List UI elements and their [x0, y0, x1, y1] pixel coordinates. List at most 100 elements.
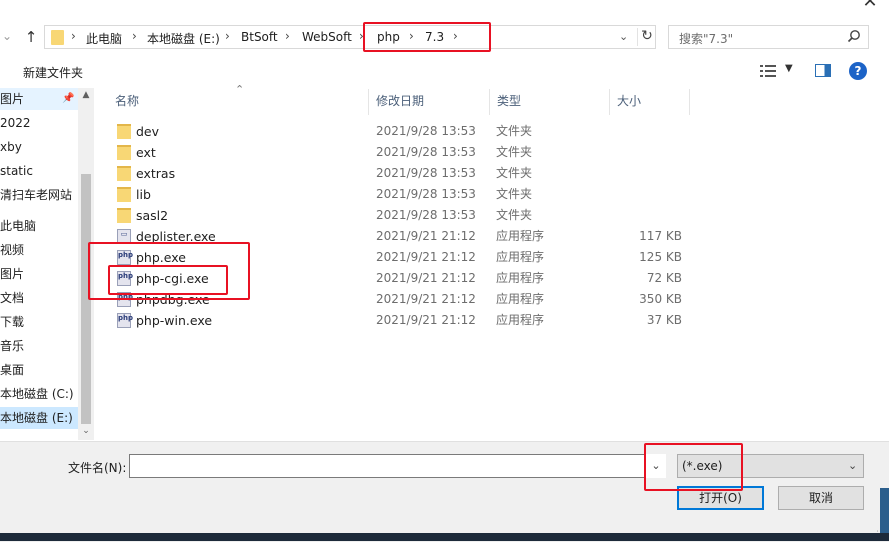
filename-label: 文件名(N):: [68, 461, 127, 475]
file-date: 2021/9/28 13:53: [376, 166, 476, 180]
nav-item-label: 音乐: [0, 339, 25, 353]
file-name: sasl2: [136, 208, 169, 223]
file-date: 2021/9/28 13:53: [376, 208, 476, 222]
file-date: 2021/9/21 21:12: [376, 292, 476, 306]
nav-item-2022[interactable]: 2022: [0, 112, 78, 134]
nav-item-label: 桌面: [0, 363, 25, 377]
up-arrow-icon[interactable]: ↑: [22, 28, 40, 46]
search-icon[interactable]: [847, 29, 861, 43]
refresh-icon[interactable]: ↻: [637, 28, 656, 46]
nav-item-videos[interactable]: 视频: [0, 239, 78, 261]
file-type: 文件夹: [496, 187, 533, 201]
file-row[interactable]: sasl2 2021/9/28 13:53 文件夹: [108, 205, 708, 226]
search-placeholder: 搜索"7.3": [679, 32, 734, 46]
filename-input[interactable]: [129, 454, 666, 478]
file-row[interactable]: php php-win.exe 2021/9/21 21:12 应用程序 37 …: [108, 310, 708, 331]
folder-icon: [117, 145, 131, 160]
nav-item-label: 此电脑: [0, 219, 37, 233]
nav-item-documents[interactable]: 文档: [0, 287, 78, 309]
scroll-up-icon[interactable]: ▲: [78, 90, 94, 102]
folder-icon: [117, 208, 131, 223]
nav-item-label: xby: [0, 140, 22, 154]
file-name: ext: [136, 145, 156, 160]
nav-item-label: 本地磁盘 (C:): [0, 387, 74, 401]
column-header: ⌃ 名称 修改日期 类型 大小: [108, 83, 889, 115]
nav-item-label: 2022: [0, 116, 31, 130]
file-date: 2021/9/28 13:53: [376, 124, 476, 138]
taskbar: [0, 533, 889, 541]
file-date: 2021/9/21 21:12: [376, 313, 476, 327]
file-date: 2021/9/21 21:12: [376, 250, 476, 264]
nav-item-desktop[interactable]: 桌面: [0, 359, 78, 381]
nav-item-pictures-pinned[interactable]: 图片 📌: [0, 88, 78, 110]
help-icon[interactable]: ?: [849, 62, 867, 80]
nav-item-this-pc[interactable]: 此电脑: [0, 215, 78, 237]
cancel-button[interactable]: 取消: [778, 486, 864, 510]
column-name[interactable]: 名称: [108, 89, 369, 115]
dialog-footer: 文件名(N): ⌄ (*.exe) ⌄ 打开(O) 取消 ⋰: [0, 441, 889, 542]
nav-item-label: 文档: [0, 291, 25, 305]
file-type: 文件夹: [496, 145, 533, 159]
nav-item-old-site[interactable]: 清扫车老网站: [0, 184, 78, 206]
close-button[interactable]: ✕: [860, 0, 880, 12]
crumb-btsoft[interactable]: BtSoft: [241, 30, 278, 44]
nav-item-label: 图片: [0, 92, 25, 106]
file-type: 文件夹: [496, 124, 533, 138]
file-size: 37 KB: [646, 313, 682, 327]
highlight-box-path: [363, 22, 491, 52]
file-name: extras: [136, 166, 176, 181]
nav-item-xby[interactable]: xby: [0, 136, 78, 158]
file-date: 2021/9/21 21:12: [376, 271, 476, 285]
php-file-icon: php: [117, 313, 133, 328]
column-date[interactable]: 修改日期: [369, 89, 490, 115]
folder-icon: [117, 166, 131, 181]
file-type: 文件夹: [496, 208, 533, 222]
pin-icon[interactable]: 📌: [62, 88, 74, 110]
crumb-this-pc[interactable]: 此电脑: [86, 30, 122, 47]
scroll-down-icon[interactable]: ⌄: [78, 426, 94, 438]
search-input[interactable]: 搜索"7.3": [668, 25, 869, 49]
folder-icon: [117, 124, 131, 139]
nav-item-label: 本地磁盘 (E:): [0, 411, 73, 425]
recent-dropdown-icon[interactable]: ⌄: [2, 29, 16, 45]
view-details-icon[interactable]: [760, 64, 776, 78]
highlight-box-php-cgi: [108, 265, 228, 295]
file-name: dev: [136, 124, 160, 139]
file-name: php-win.exe: [136, 313, 213, 328]
file-row[interactable]: ext 2021/9/28 13:53 文件夹: [108, 142, 708, 163]
file-date: 2021/9/28 13:53: [376, 145, 476, 159]
file-type: 应用程序: [496, 292, 545, 306]
new-folder-button[interactable]: 新建文件夹: [23, 64, 83, 81]
column-type[interactable]: 类型: [490, 89, 610, 115]
nav-item-static[interactable]: static: [0, 160, 78, 182]
column-size[interactable]: 大小: [610, 89, 690, 115]
file-type: 应用程序: [496, 250, 545, 264]
nav-item-label: 下载: [0, 315, 25, 329]
chevron-down-icon[interactable]: ⌄: [619, 30, 633, 46]
file-date: 2021/9/28 13:53: [376, 187, 476, 201]
file-date: 2021/9/21 21:12: [376, 229, 476, 243]
chevron-down-icon[interactable]: ⌄: [848, 459, 857, 472]
crumb-websoft[interactable]: WebSoft: [302, 30, 352, 44]
address-bar[interactable]: › 此电脑 › 本地磁盘 (E:) › BtSoft › WebSoft › p…: [44, 25, 656, 49]
nav-item-drive-e[interactable]: 本地磁盘 (E:): [0, 407, 78, 429]
file-row[interactable]: extras 2021/9/28 13:53 文件夹: [108, 163, 708, 184]
file-size: 117 KB: [639, 229, 682, 243]
folder-icon: [117, 187, 131, 202]
file-row[interactable]: dev 2021/9/28 13:53 文件夹: [108, 121, 708, 142]
nav-item-pictures[interactable]: 图片: [0, 263, 78, 285]
nav-item-label: 视频: [0, 243, 25, 257]
file-size: 350 KB: [639, 292, 682, 306]
nav-item-music[interactable]: 音乐: [0, 335, 78, 357]
nav-item-drive-c[interactable]: 本地磁盘 (C:): [0, 383, 78, 405]
crumb-drive-e[interactable]: 本地磁盘 (E:): [147, 30, 220, 47]
highlight-box-filter: [644, 443, 743, 491]
view-dropdown-icon[interactable]: ▼: [785, 63, 793, 74]
crumb-separator: ›: [132, 29, 137, 43]
preview-pane-icon[interactable]: [815, 64, 831, 77]
nav-item-label: 图片: [0, 267, 25, 281]
file-row[interactable]: lib 2021/9/28 13:53 文件夹: [108, 184, 708, 205]
nav-item-label: static: [0, 164, 33, 178]
file-size: 72 KB: [646, 271, 682, 285]
nav-item-downloads[interactable]: 下载: [0, 311, 78, 333]
